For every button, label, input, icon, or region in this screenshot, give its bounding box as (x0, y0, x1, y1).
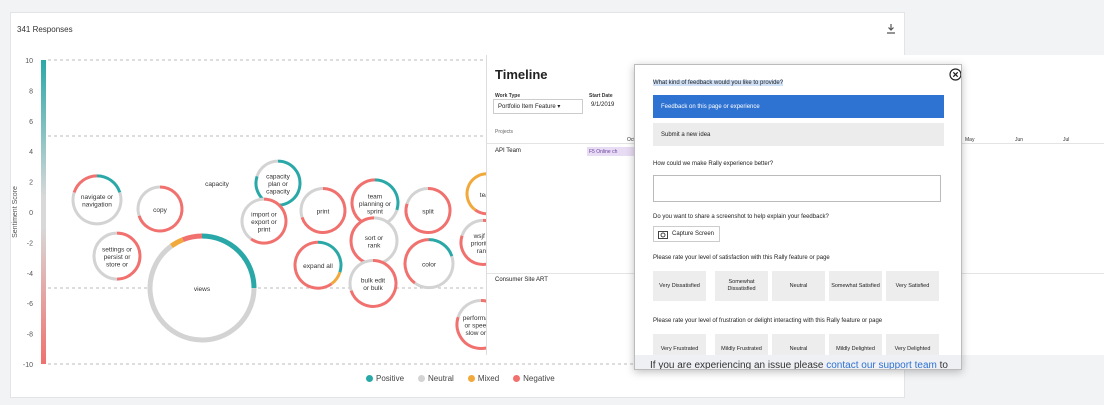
project-row-consumer[interactable]: Consumer Site ART (495, 277, 548, 283)
bubble-label: navigation (82, 202, 112, 209)
question-delight: Please rate your level of frustration or… (653, 318, 883, 324)
bubble-label: color (422, 262, 437, 269)
bubble-label: rank (368, 243, 381, 250)
rate-very-satisfied[interactable]: Very Satisfied (886, 271, 939, 301)
rate-neutral[interactable]: Neutral (772, 271, 825, 301)
bubble-label: bulk edit (361, 278, 385, 285)
rate-somewhat-dissatisfied[interactable]: Somewhat Dissatisfied (715, 271, 768, 301)
camera-icon (658, 231, 668, 239)
projects-label: Projects (495, 129, 514, 135)
bubble-label: print (317, 208, 330, 215)
bubble-label: import or (251, 212, 277, 219)
timeline-title: Timeline (495, 67, 548, 82)
y-tick-label: 4 (29, 149, 33, 156)
y-tick-label: -4 (27, 271, 33, 278)
support-link[interactable]: contact our support team (826, 360, 937, 369)
question-feedback-kind: What kind of feedback would you like to … (653, 80, 784, 86)
bubble-label: views (194, 286, 211, 293)
bubble-label: capacity (205, 181, 230, 188)
option-page-feedback[interactable]: Feedback on this page or experience (653, 95, 944, 118)
option-new-idea[interactable]: Submit a new idea (653, 123, 944, 146)
bubble-label: persist or (104, 254, 132, 261)
feedback-modal: What kind of feedback would you like to … (634, 64, 962, 370)
y-tick-label: 0 (29, 210, 33, 217)
bubble-label: sort or (365, 235, 384, 242)
sentiment-axis-bar (41, 60, 46, 364)
bubble-label: store or (106, 262, 129, 269)
work-type-select[interactable]: Portfolio Item Feature ▾ (493, 99, 583, 114)
bubble-label: print (258, 227, 271, 234)
y-tick-label: -2 (27, 240, 33, 247)
y-tick-label: 10 (25, 58, 33, 65)
question-improve: How could we make Rally experience bette… (653, 161, 774, 167)
y-tick-label: -10 (23, 362, 33, 369)
bubble-label: capacity (266, 174, 291, 181)
start-date-field[interactable]: 9/1/2019 (587, 99, 632, 111)
legend-mixed[interactable]: Mixed (467, 374, 499, 383)
bubble-label: or bulk (363, 285, 383, 292)
bubble-label: plan or (268, 181, 289, 188)
question-satisfaction: Please rate your level of satisfaction w… (653, 255, 830, 261)
bubble-label: copy (153, 207, 167, 214)
legend-negative[interactable]: Negative (513, 374, 555, 383)
y-tick-label: -8 (27, 332, 33, 339)
y-tick-label: 6 (29, 119, 33, 126)
legend-positive[interactable]: Positive (366, 374, 404, 383)
question-screenshot: Do you want to share a screenshot to hel… (653, 214, 829, 220)
feedback-textarea[interactable] (653, 175, 941, 202)
bubble-label: team (368, 193, 382, 200)
y-tick-label: 2 (29, 180, 33, 187)
bubble-label: export or (251, 219, 277, 226)
bubble-label: navigate or (81, 194, 114, 201)
bubble-label: split (422, 208, 434, 215)
project-row-api[interactable]: API Team (495, 148, 521, 154)
feature-chip[interactable]: F5 Online ch (587, 147, 637, 156)
bubble-label: settings or (102, 247, 133, 254)
support-footer: If you are experiencing an issue please … (635, 355, 961, 369)
y-axis-label: Sentiment Score (12, 186, 19, 238)
rate-very-dissatisfied[interactable]: Very Dissatisfied (653, 271, 706, 301)
capture-screen-button[interactable]: Capture Screen (653, 226, 721, 242)
bubble-label: sprint (367, 208, 383, 215)
rate-somewhat-satisfied[interactable]: Somewhat Satisfied (829, 271, 882, 301)
y-tick-label: -6 (27, 301, 33, 308)
chart-legend: Positive Neutral Mixed Negative (366, 374, 555, 383)
y-tick-label: 8 (29, 88, 33, 95)
bubble-label: planning or (359, 201, 392, 208)
bubble-label: expand all (303, 263, 333, 270)
legend-neutral[interactable]: Neutral (418, 374, 454, 383)
close-icon[interactable] (949, 68, 962, 81)
bubble-label: capacity (266, 189, 291, 196)
